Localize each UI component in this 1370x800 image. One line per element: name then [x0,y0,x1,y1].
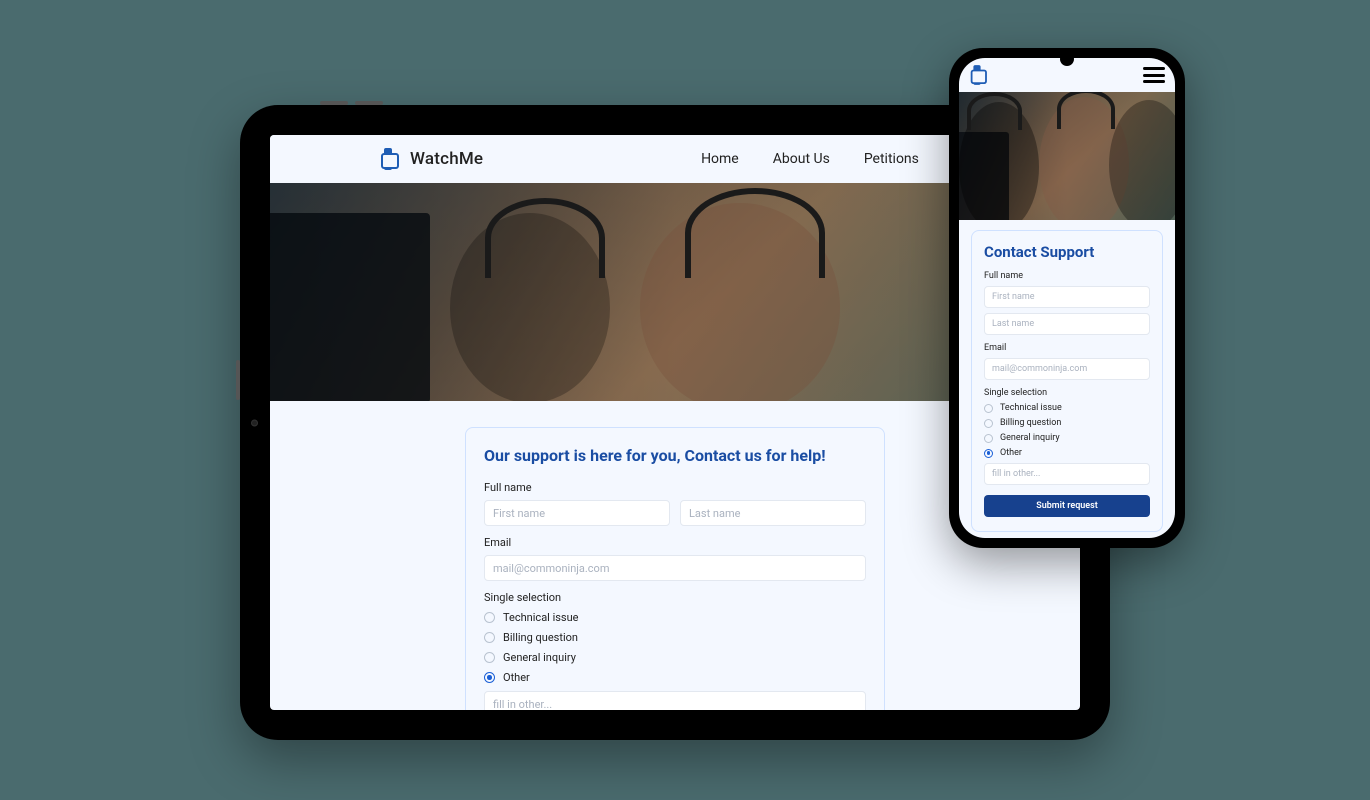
email-label: Email [484,536,866,549]
menu-icon[interactable] [1143,67,1165,83]
radio-label: Technical issue [1000,403,1062,413]
nav-home[interactable]: Home [701,151,739,167]
other-input[interactable]: fill in other... [984,463,1150,485]
radio-icon [984,404,993,413]
form-title: Our support is here for you, Contact us … [484,446,866,465]
radio-icon [484,672,495,683]
brand-logo[interactable]: WatchMe [380,148,483,170]
email-input[interactable]: mail@commoninja.com [484,555,866,581]
nav-about[interactable]: About Us [773,151,830,167]
radio-general[interactable]: General inquiry [484,651,866,664]
form-title: Contact Support [984,243,1150,261]
tablet-camera [251,419,258,426]
radio-billing[interactable]: Billing question [984,418,1150,428]
radio-billing[interactable]: Billing question [484,631,866,644]
radio-label: Other [1000,448,1022,458]
radio-technical[interactable]: Technical issue [484,611,866,624]
radio-other[interactable]: Other [984,448,1150,458]
phone-camera [1060,52,1074,66]
radio-icon [484,612,495,623]
radio-icon [984,419,993,428]
single-selection-label: Single selection [984,388,1150,398]
radio-label: Technical issue [503,611,579,624]
tablet-button [320,101,348,105]
email-label: Email [984,343,1150,353]
phone-device: Contact Support Full name First name Las… [949,48,1185,548]
phone-support-form: Contact Support Full name First name Las… [971,230,1163,532]
last-name-input[interactable]: Last name [680,500,866,526]
phone-screen: Contact Support Full name First name Las… [959,58,1175,538]
radio-label: Other [503,671,530,684]
submit-button[interactable]: Submit request [984,495,1150,517]
radio-technical[interactable]: Technical issue [984,403,1150,413]
radio-label: General inquiry [1000,433,1060,443]
radio-icon [484,652,495,663]
radio-other[interactable]: Other [484,671,866,684]
last-name-input[interactable]: Last name [984,313,1150,335]
radio-label: Billing question [1000,418,1061,428]
tablet-button [355,101,383,105]
nav-petitions[interactable]: Petitions [864,151,919,167]
radio-icon [484,632,495,643]
radio-general[interactable]: General inquiry [984,433,1150,443]
brand-name: WatchMe [410,149,483,169]
tablet-button [236,360,240,400]
fullname-label: Full name [984,271,1150,281]
first-name-input[interactable]: First name [484,500,670,526]
radio-label: Billing question [503,631,578,644]
fullname-label: Full name [484,481,866,494]
main-nav: Home About Us Petitions Co [701,151,970,167]
single-selection-label: Single selection [484,591,866,604]
phone-hero-image [959,92,1175,220]
first-name-input[interactable]: First name [984,286,1150,308]
radio-label: General inquiry [503,651,576,664]
other-input[interactable]: fill in other... [484,691,866,710]
watch-icon [380,148,396,170]
radio-icon [984,434,993,443]
support-form: Our support is here for you, Contact us … [465,427,885,710]
email-input[interactable]: mail@commoninja.com [984,358,1150,380]
radio-icon [984,449,993,458]
watch-icon[interactable] [970,65,984,85]
